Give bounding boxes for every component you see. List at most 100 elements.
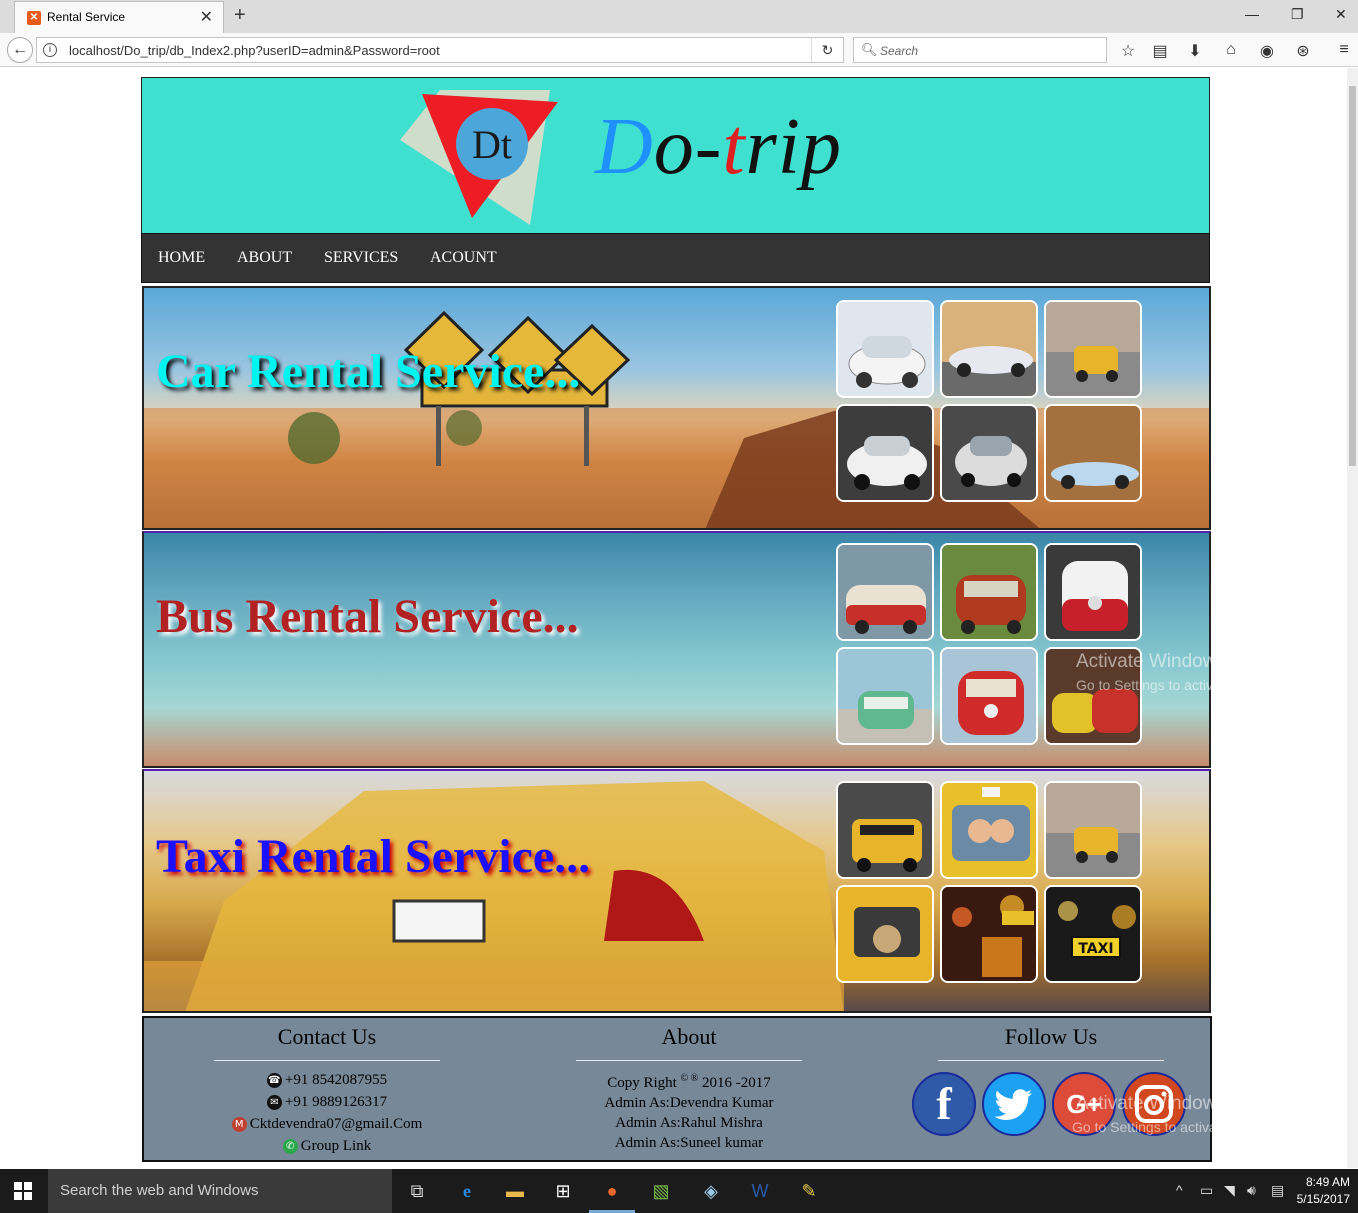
taskbar-search-placeholder: Search the web and Windows	[60, 1182, 259, 1199]
bus-rental-section[interactable]: Bus Rental Service...	[142, 531, 1211, 768]
car-rental-section[interactable]: Car Rental Service...	[142, 286, 1211, 530]
xampp-favicon-icon: ✕	[27, 11, 41, 25]
tab-title: Rental Service	[47, 10, 126, 24]
car-thumb-4[interactable]	[836, 404, 934, 502]
bus-thumb-1[interactable]	[836, 543, 934, 641]
car-thumb-6[interactable]	[1044, 404, 1142, 502]
clock-time: 8:49 AM	[1305, 1175, 1350, 1189]
extension-icon[interactable]: ⊛	[1293, 41, 1313, 61]
site-brand-name: Do-trip	[595, 103, 843, 191]
store-icon[interactable]: ⊞	[548, 1176, 578, 1206]
about-heading: About	[576, 1024, 802, 1061]
activation-watermark-subtitle: Go to Settings to activate Windows.	[1076, 677, 1297, 693]
taxi-thumb-6[interactable]: TAXI	[1044, 885, 1142, 983]
url-text[interactable]: localhost/Do_trip/db_Index2.php?userID=a…	[69, 43, 440, 58]
bookmark-star-icon[interactable]: ☆	[1118, 41, 1138, 61]
admin-line-3: Admin As:Suneel kumar	[614, 1135, 764, 1151]
bus-rental-title: Bus Rental Service...	[156, 590, 579, 643]
follow-heading: Follow Us	[938, 1024, 1164, 1061]
admin-line-1: Admin As:Devendra Kumar	[604, 1095, 774, 1111]
menu-item-about[interactable]: ABOUT	[237, 249, 292, 267]
browser-navigation-bar: ← i localhost/Do_trip/db_Index2.php?user…	[0, 33, 1358, 67]
task-view-icon[interactable]: ⧉	[402, 1176, 432, 1206]
main-menu: HOME ABOUT SERVICES ACOUNT	[141, 233, 1210, 283]
new-tab-icon[interactable]: +	[234, 4, 246, 27]
paint-icon[interactable]: ✎	[794, 1176, 824, 1206]
taxi-rental-section[interactable]: Taxi Rental Service... TAXI	[142, 769, 1211, 1013]
bus-thumb-4[interactable]	[836, 647, 934, 745]
site-footer: Contact Us ☎ +91 8542087955 ✉ +91 98891263…	[142, 1016, 1212, 1162]
reading-list-icon[interactable]: ▤	[1150, 41, 1170, 61]
menu-hamburger-icon[interactable]: ≡	[1334, 41, 1354, 59]
tab-close-icon[interactable]: ✕	[200, 7, 213, 27]
do-trip-logo-icon: Dt	[400, 80, 560, 230]
bus-thumb-3[interactable]	[1044, 543, 1142, 641]
taskbar-search-box[interactable]: Search the web and Windows	[48, 1169, 392, 1213]
about-column: About Copy Right © ® 2016 -2017 Admin As…	[576, 1024, 802, 1153]
menu-item-home[interactable]: HOME	[158, 249, 205, 267]
word-icon[interactable]: W	[745, 1176, 775, 1206]
reload-icon[interactable]: ↻	[811, 38, 843, 62]
pocket-icon[interactable]: ◉	[1257, 41, 1277, 61]
car-thumb-1[interactable]	[836, 300, 934, 398]
group-link[interactable]: Group Link	[301, 1138, 371, 1154]
facebook-icon[interactable]: f	[912, 1072, 976, 1136]
taskbar-clock[interactable]: 8:49 AM 5/15/2017	[1297, 1174, 1350, 1208]
minimize-icon[interactable]: —	[1245, 6, 1259, 22]
browser-search-field[interactable]: 🔍︎ Search	[853, 37, 1107, 63]
phone-icon: ☎	[266, 1073, 282, 1089]
restore-icon[interactable]: ❐	[1291, 6, 1304, 23]
phone-line-2: ✉ +91 9889126317	[214, 1091, 440, 1113]
home-icon[interactable]: ⌂	[1221, 41, 1241, 59]
twitter-icon[interactable]	[982, 1072, 1046, 1136]
menu-item-account[interactable]: ACOUNT	[430, 249, 497, 267]
car-thumb-5[interactable]	[940, 404, 1038, 502]
phone-line-1: ☎ +91 8542087955	[266, 1072, 388, 1089]
search-placeholder: Search	[880, 44, 919, 58]
mail-icon: ✉	[266, 1095, 282, 1111]
window-close-icon[interactable]: ✕	[1335, 6, 1347, 23]
taxi-thumb-3[interactable]	[1044, 781, 1142, 879]
contact-column: Contact Us ☎ +91 8542087955 ✉ +91 98891263…	[214, 1024, 440, 1157]
site-header: Dt Do-trip	[141, 77, 1210, 234]
windows-start-icon[interactable]	[14, 1182, 32, 1200]
site-info-icon[interactable]: i	[43, 43, 57, 57]
taxi-rental-title: Taxi Rental Service...	[156, 830, 591, 883]
taxi-thumb-5[interactable]	[940, 885, 1038, 983]
group-line: ✆ Group Link	[214, 1135, 440, 1157]
search-icon: 🔍︎	[861, 42, 878, 57]
back-arrow-icon[interactable]: ←	[7, 37, 33, 63]
app-icon[interactable]: ◈	[696, 1176, 726, 1206]
taxi-thumb-4[interactable]	[836, 885, 934, 983]
activation-watermark-title: Activate Windows	[1076, 651, 1226, 672]
page-scrollbar[interactable]	[1347, 68, 1358, 1168]
browser-tab-strip: ✕ Rental Service ✕ + — ❐ ✕	[0, 0, 1358, 33]
battery-icon[interactable]: ▭	[1200, 1182, 1213, 1199]
download-icon[interactable]: ⬇	[1185, 41, 1205, 61]
scrollbar-thumb[interactable]	[1349, 86, 1356, 466]
edge-browser-icon[interactable]: e	[452, 1176, 482, 1206]
tray-chevron-icon[interactable]: ^	[1176, 1182, 1183, 1198]
firefox-icon[interactable]: ●	[597, 1176, 627, 1206]
follow-column: Follow Us	[938, 1024, 1164, 1069]
email-link[interactable]: Cktdevendra07@gmail.Com	[250, 1116, 423, 1132]
contact-heading: Contact Us	[214, 1024, 440, 1061]
browser-tab[interactable]: ✕ Rental Service ✕	[14, 1, 224, 33]
menu-item-services[interactable]: SERVICES	[324, 249, 398, 267]
notepad-plus-icon[interactable]: ▧	[646, 1176, 676, 1206]
notifications-icon[interactable]: ▤	[1271, 1182, 1284, 1199]
car-thumb-2[interactable]	[940, 300, 1038, 398]
logo-letters: Dt	[472, 122, 512, 167]
clock-date: 5/15/2017	[1296, 1192, 1350, 1206]
bus-thumb-5[interactable]	[940, 647, 1038, 745]
taxi-thumb-2[interactable]	[940, 781, 1038, 879]
windows-taskbar: Search the web and Windows ⧉ e ▬ ⊞ ● ▧ ◈…	[0, 1169, 1358, 1213]
taxi-thumb-1[interactable]	[836, 781, 934, 879]
copyright-line: Copy Right © ® 2016 -2017	[607, 1073, 771, 1091]
address-bar[interactable]: i localhost/Do_trip/db_Index2.php?userID…	[36, 37, 844, 63]
network-icon[interactable]: ◥	[1224, 1182, 1235, 1199]
volume-icon[interactable]: 🔊︎	[1247, 1182, 1256, 1199]
file-explorer-icon[interactable]: ▬	[500, 1176, 530, 1206]
car-thumb-3[interactable]	[1044, 300, 1142, 398]
bus-thumb-2[interactable]	[940, 543, 1038, 641]
